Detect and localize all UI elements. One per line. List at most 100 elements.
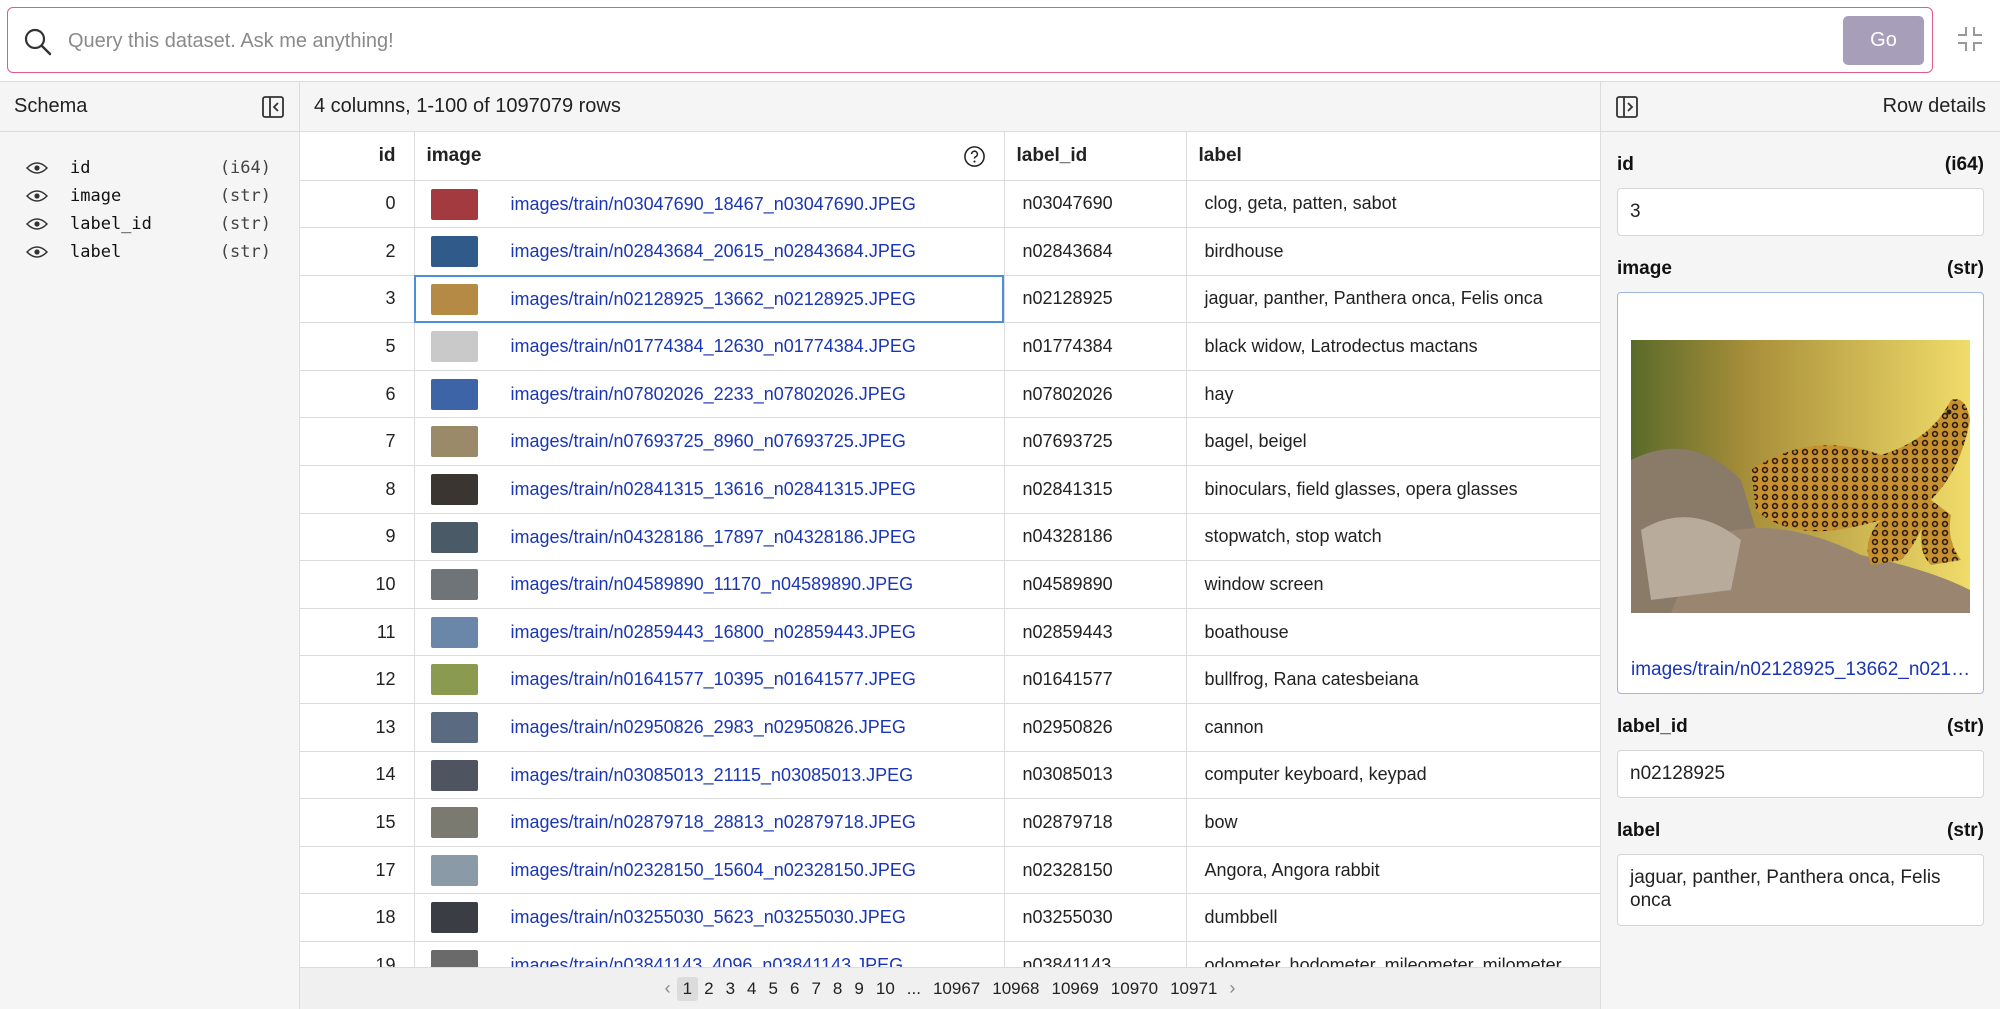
cell-id[interactable]: 8: [300, 465, 415, 514]
cell-id[interactable]: 6: [300, 370, 415, 419]
cell-label[interactable]: bow: [1186, 798, 1600, 847]
image-preview-box[interactable]: images/train/n02128925_13662_n02128925.J…: [1617, 292, 1984, 694]
cell-label[interactable]: clog, geta, patten, sabot: [1186, 180, 1600, 229]
cell-id[interactable]: 3: [300, 275, 415, 324]
page-button[interactable]: 10971: [1164, 977, 1223, 1001]
eye-icon[interactable]: [26, 245, 48, 259]
sidebar-toggle-icon[interactable]: [261, 95, 285, 119]
schema-field-image[interactable]: image (str): [0, 182, 299, 210]
query-input[interactable]: [68, 22, 1828, 60]
cell-image[interactable]: images/train/n01774384_12630_n01774384.J…: [414, 322, 1005, 371]
table-row[interactable]: 8 images/train/n02841315_13616_n02841315.…: [300, 465, 1600, 514]
table-row[interactable]: 5 images/train/n01774384_12630_n01774384.…: [300, 322, 1600, 371]
cell-label[interactable]: stopwatch, stop watch: [1186, 513, 1600, 562]
table-row[interactable]: 3 images/train/n02128925_13662_n02128925.…: [300, 275, 1600, 324]
cell-label[interactable]: cannon: [1186, 703, 1600, 752]
cell-label-id[interactable]: n02328150: [1004, 846, 1187, 895]
image-link[interactable]: images/train/n02128925_13662_n02128925.J…: [1631, 659, 1971, 681]
page-button[interactable]: 3: [720, 977, 741, 1001]
page-button[interactable]: 2: [698, 977, 719, 1001]
image-path-link[interactable]: images/train/n02128925_13662_n02128925.J…: [511, 289, 916, 310]
cell-label-id[interactable]: n02841315: [1004, 465, 1187, 514]
table-row[interactable]: 12 images/train/n01641577_10395_n01641577…: [300, 655, 1600, 705]
image-path-link[interactable]: images/train/n07693725_8960_n07693725.JP…: [511, 431, 906, 452]
cell-label[interactable]: bullfrog, Rana catesbeiana: [1186, 655, 1600, 705]
page-button[interactable]: 10968: [986, 977, 1045, 1001]
image-path-link[interactable]: images/train/n04328186_17897_n04328186.J…: [511, 527, 916, 548]
image-thumbnail[interactable]: [430, 331, 478, 363]
image-path-link[interactable]: images/train/n03047690_18467_n03047690.J…: [511, 194, 916, 215]
cell-id[interactable]: 17: [300, 846, 415, 895]
cell-image[interactable]: images/train/n02950826_2983_n02950826.JP…: [414, 703, 1005, 752]
table-row[interactable]: 11 images/train/n02859443_16800_n02859443…: [300, 608, 1600, 657]
cell-label[interactable]: dumbbell: [1186, 893, 1600, 942]
cell-label[interactable]: black widow, Latrodectus mactans: [1186, 322, 1600, 371]
cell-label[interactable]: Angora, Angora rabbit: [1186, 846, 1600, 895]
image-thumbnail[interactable]: [430, 521, 478, 553]
cell-label[interactable]: binoculars, field glasses, opera glasses: [1186, 465, 1600, 514]
label-value[interactable]: jaguar, panther, Panthera onca, Felis on…: [1617, 854, 1984, 926]
go-button[interactable]: Go: [1843, 16, 1924, 65]
cell-image[interactable]: images/train/n07802026_2233_n07802026.JP…: [414, 370, 1005, 419]
prev-page-icon[interactable]: ‹: [659, 976, 677, 1001]
cell-image[interactable]: images/train/n03255030_5623_n03255030.JP…: [414, 893, 1005, 942]
table-scroll[interactable]: id image label_id label 0 images/train/n0…: [300, 132, 1600, 968]
image-thumbnail[interactable]: [430, 664, 478, 696]
cell-image[interactable]: images/train/n02841315_13616_n02841315.J…: [414, 465, 1005, 514]
cell-id[interactable]: 12: [300, 655, 415, 705]
image-path-link[interactable]: images/train/n02859443_16800_n02859443.J…: [511, 622, 916, 643]
image-path-link[interactable]: images/train/n03255030_5623_n03255030.JP…: [511, 907, 906, 928]
table-row[interactable]: 7 images/train/n07693725_8960_n07693725.J…: [300, 417, 1600, 467]
image-thumbnail[interactable]: [430, 378, 478, 410]
image-thumbnail[interactable]: [430, 616, 478, 648]
image-thumbnail[interactable]: [430, 474, 478, 506]
table-row[interactable]: 10 images/train/n04589890_11170_n04589890…: [300, 560, 1600, 609]
page-button[interactable]: 7: [805, 977, 826, 1001]
image-thumbnail[interactable]: [430, 236, 478, 268]
page-button[interactable]: 4: [741, 977, 762, 1001]
cell-label-id[interactable]: n03047690: [1004, 180, 1187, 229]
image-thumbnail[interactable]: [430, 569, 478, 601]
page-button[interactable]: 6: [784, 977, 805, 1001]
table-row[interactable]: 17 images/train/n02328150_15604_n02328150…: [300, 846, 1600, 895]
table-row[interactable]: 9 images/train/n04328186_17897_n04328186.…: [300, 513, 1600, 562]
cell-label[interactable]: bagel, beigel: [1186, 417, 1600, 467]
cell-label-id[interactable]: n04589890: [1004, 560, 1187, 609]
cell-id[interactable]: 0: [300, 180, 415, 229]
cell-image[interactable]: images/train/n04589890_11170_n04589890.J…: [414, 560, 1005, 609]
page-button[interactable]: 9: [848, 977, 869, 1001]
help-icon[interactable]: [963, 145, 986, 168]
cell-label-id[interactable]: n03085013: [1004, 751, 1187, 800]
image-path-link[interactable]: images/train/n02950826_2983_n02950826.JP…: [511, 717, 906, 738]
cell-id[interactable]: 5: [300, 322, 415, 371]
cell-image[interactable]: images/train/n02859443_16800_n02859443.J…: [414, 608, 1005, 657]
image-path-link[interactable]: images/train/n07802026_2233_n07802026.JP…: [511, 384, 906, 405]
image-thumbnail[interactable]: [430, 188, 478, 220]
image-path-link[interactable]: images/train/n02879718_28813_n02879718.J…: [511, 812, 916, 833]
table-row[interactable]: 13 images/train/n02950826_2983_n02950826.…: [300, 703, 1600, 752]
column-header-label[interactable]: label: [1186, 132, 1600, 181]
cell-label[interactable]: window screen: [1186, 560, 1600, 609]
table-row[interactable]: 18 images/train/n03255030_5623_n03255030.…: [300, 893, 1600, 942]
cell-image[interactable]: images/train/n02879718_28813_n02879718.J…: [414, 798, 1005, 847]
cell-label-id[interactable]: n02128925: [1004, 275, 1187, 324]
image-path-link[interactable]: images/train/n03085013_21115_n03085013.J…: [511, 765, 914, 786]
cell-id[interactable]: 13: [300, 703, 415, 752]
page-button[interactable]: 5: [763, 977, 784, 1001]
image-path-link[interactable]: images/train/n02841315_13616_n02841315.J…: [511, 479, 916, 500]
cell-id[interactable]: 15: [300, 798, 415, 847]
page-button[interactable]: 8: [827, 977, 848, 1001]
schema-field-label-id[interactable]: label_id (str): [0, 210, 299, 238]
cell-id[interactable]: 19: [300, 941, 415, 968]
page-button[interactable]: 10967: [927, 977, 986, 1001]
next-page-icon[interactable]: ›: [1223, 976, 1241, 1001]
cell-label-id[interactable]: n07802026: [1004, 370, 1187, 419]
collapse-icon[interactable]: [1955, 24, 1985, 54]
cell-image[interactable]: images/train/n02843684_20615_n02843684.J…: [414, 227, 1005, 276]
image-thumbnail[interactable]: [430, 854, 478, 886]
table-row[interactable]: 14 images/train/n03085013_21115_n03085013…: [300, 751, 1600, 800]
cell-label[interactable]: computer keyboard, keypad: [1186, 751, 1600, 800]
cell-id[interactable]: 2: [300, 227, 415, 276]
cell-image[interactable]: images/train/n03085013_21115_n03085013.J…: [414, 751, 1005, 800]
column-header-image[interactable]: image: [414, 132, 1005, 181]
